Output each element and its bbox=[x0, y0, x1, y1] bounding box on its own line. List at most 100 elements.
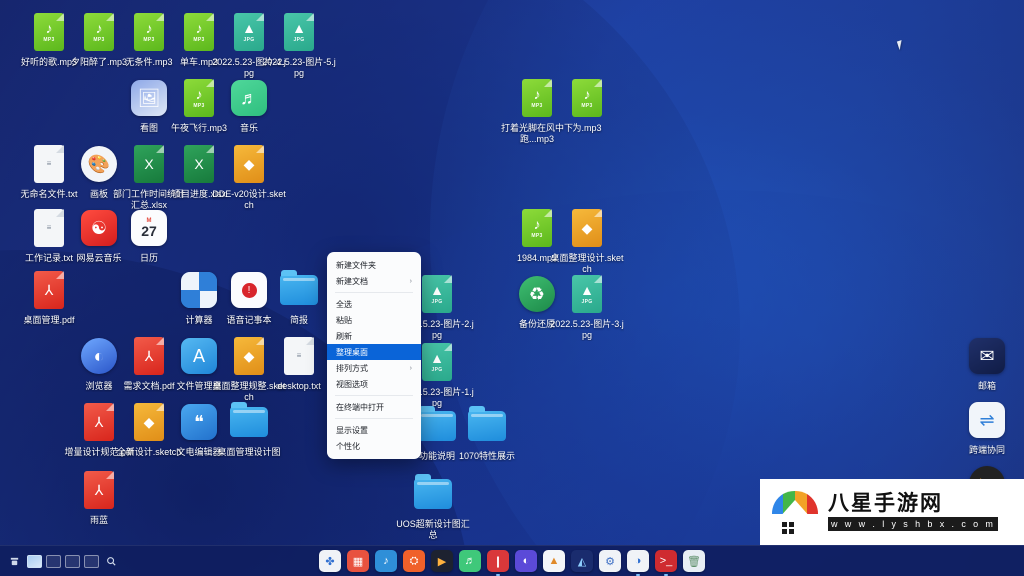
desktop-icon-label: 跨端协同 bbox=[968, 445, 1005, 455]
menu-separator bbox=[335, 395, 413, 396]
reader-icon[interactable]: ❙ bbox=[487, 550, 509, 572]
pdf-icon: ⅄ bbox=[79, 468, 119, 512]
desktop-icon[interactable]: ◆ 桌面整理设计.sketch bbox=[550, 206, 624, 275]
txt-icon: ≡ bbox=[279, 334, 319, 378]
context-menu-item[interactable]: 在终端中打开 bbox=[327, 399, 421, 415]
desktop-icon-label: desktop.txt bbox=[277, 381, 321, 391]
context-menu-item-label: 刷新 bbox=[336, 331, 352, 341]
desktop-icon-label: DDE-v20设计.sketch bbox=[212, 189, 286, 210]
context-menu-item[interactable]: 刷新 bbox=[327, 328, 421, 344]
desktop-icon[interactable]: ⅄ 桌面管理.pdf bbox=[12, 268, 86, 326]
folder-icon bbox=[467, 404, 507, 448]
context-menu-item[interactable]: 显示设置 bbox=[327, 422, 421, 438]
context-menu-item-label: 全选 bbox=[336, 299, 352, 309]
desktop-icon[interactable]: ⇌ 跨端协同 bbox=[950, 398, 1024, 456]
sketch-icon: ◆ bbox=[567, 206, 607, 250]
photo-viewer-icon[interactable]: ▲ bbox=[543, 550, 565, 572]
desktop-icon-label: 日历 bbox=[139, 253, 158, 263]
desktop-icon-label: 2022.5.23-图片-3.jpg bbox=[550, 319, 624, 340]
context-menu-item[interactable]: 排列方式 › bbox=[327, 360, 421, 376]
deepin-browser-icon[interactable]: ◑ bbox=[627, 550, 649, 572]
context-menu-item[interactable]: 粘贴 bbox=[327, 312, 421, 328]
context-menu-item-label: 新建文件夹 bbox=[336, 260, 376, 270]
sketch-icon: ◆ bbox=[229, 142, 269, 186]
desktop-icon[interactable]: ≡ desktop.txt bbox=[262, 334, 336, 392]
toolbox-icon[interactable]: ⛭ bbox=[403, 550, 425, 572]
workspace-list[interactable] bbox=[27, 554, 99, 568]
folder-icon bbox=[229, 400, 269, 444]
trash-icon[interactable]: 🗑 bbox=[683, 550, 705, 572]
context-menu-item[interactable]: 新建文档 › bbox=[327, 273, 421, 289]
watermark-url: w w w . l y s h b x . c o m bbox=[828, 517, 999, 531]
desktop-icon-label: 1070特性展示 bbox=[458, 451, 516, 461]
watermark: 八星手游网 w w w . l y s h b x . c o m bbox=[760, 479, 1024, 545]
music-store-icon[interactable]: ♪ bbox=[375, 550, 397, 572]
menu-separator bbox=[335, 292, 413, 293]
desktop-icon[interactable]: M 27 日历 bbox=[112, 206, 186, 264]
desktop-icon[interactable]: 简报 bbox=[262, 268, 336, 326]
desktop-icon-label: 邮箱 bbox=[977, 381, 996, 391]
desktop-context-menu[interactable]: 新建文件夹新建文档 › 全选粘贴刷新整理桌面排列方式 › 视图选项在终端中打开 显示设置个… bbox=[327, 252, 421, 459]
desktop-icon[interactable]: ♬ 音乐 bbox=[212, 76, 286, 134]
desktop-icon[interactable]: ▲ JPG 2022.5.23-图片-3.jpg bbox=[550, 272, 624, 341]
context-menu-item-label: 粘贴 bbox=[336, 315, 352, 325]
app-sync-icon: ⇌ bbox=[967, 398, 1007, 442]
desktop-icon[interactable]: 桌面管理设计图 bbox=[212, 400, 286, 458]
menu-separator bbox=[335, 418, 413, 419]
jpg-icon: ▲ JPG bbox=[279, 10, 319, 54]
pdf-icon: ⅄ bbox=[29, 268, 69, 312]
desktop-icon-label: 雨蓝 bbox=[89, 515, 108, 525]
context-menu-item[interactable]: 个性化 bbox=[327, 438, 421, 454]
jpg-icon: ▲ JPG bbox=[567, 272, 607, 316]
jpg-icon: ▲ JPG bbox=[417, 340, 457, 384]
app-store-icon[interactable]: ▦ bbox=[347, 550, 369, 572]
workspace-thumbnail[interactable] bbox=[65, 554, 80, 568]
context-menu-item-label: 视图选项 bbox=[336, 379, 368, 389]
context-menu-item[interactable]: 视图选项 bbox=[327, 376, 421, 392]
desktop-icon[interactable]: ⅄ 雨蓝 bbox=[62, 468, 136, 526]
desktop-icon-label: 桌面管理.pdf bbox=[23, 315, 75, 325]
launcher-icon[interactable] bbox=[7, 554, 22, 569]
context-menu-item-label: 排列方式 bbox=[336, 363, 368, 373]
context-menu-item-label: 新建文档 bbox=[336, 276, 368, 286]
desktop-icon-label: 简报 bbox=[289, 315, 308, 325]
desktop-icon[interactable]: 1070特性展示 bbox=[450, 404, 524, 462]
desktop-icon[interactable]: ✉ 邮箱 bbox=[950, 334, 1024, 392]
desktop[interactable]: ♪ MP3 好听的歌.mp3 ♪ MP3 夕阳醉了.mp3 ♪ MP3 无条件.mp3 ♪ MP3 单… bbox=[0, 0, 1024, 576]
desktop-icon[interactable]: ◆ DDE-v20设计.sketch bbox=[212, 142, 286, 211]
workspace-thumbnail[interactable] bbox=[46, 554, 61, 568]
desktop-icon[interactable]: ▲ JPG 2022.5.23-图片-5.jpg bbox=[262, 10, 336, 79]
browser-icon[interactable]: ◐ bbox=[515, 550, 537, 572]
context-menu-item-label: 个性化 bbox=[336, 441, 360, 451]
terminal-icon[interactable]: >_ bbox=[655, 550, 677, 572]
cinema-icon[interactable]: ▶ bbox=[431, 550, 453, 572]
app-mail-icon: ✉ bbox=[967, 334, 1007, 378]
context-menu-item-label: 在终端中打开 bbox=[336, 402, 384, 412]
workspace-thumbnail[interactable] bbox=[84, 554, 99, 568]
context-menu-item[interactable]: 全选 bbox=[327, 296, 421, 312]
desktop-icon-label: UOS超新设计图汇总 bbox=[396, 519, 470, 540]
desktop-icon-label: 音乐 bbox=[239, 123, 258, 133]
workspace-thumbnail[interactable] bbox=[27, 554, 42, 568]
search-icon[interactable] bbox=[104, 554, 119, 569]
taskbar-left-controls[interactable] bbox=[0, 554, 119, 569]
mp3-icon: ♪ MP3 bbox=[567, 76, 607, 120]
mouse-pointer bbox=[896, 38, 909, 51]
music-player-icon[interactable]: ♬ bbox=[459, 550, 481, 572]
context-menu-item-label: 显示设置 bbox=[336, 425, 368, 435]
context-menu-item[interactable]: 新建文件夹 bbox=[327, 257, 421, 273]
context-menu-item[interactable]: 整理桌面 bbox=[327, 344, 421, 360]
desktop-icon[interactable]: ♪ MP3 为.mp3 bbox=[550, 76, 624, 134]
dock-app-list[interactable]: ✤ ▦ ♪ ⛭ ▶ ♬ ❙ ◐ ▲ ◭ ⚙ ◑ >_ 🗑 bbox=[319, 550, 705, 572]
desktop-icon-label: 为.mp3 bbox=[572, 123, 602, 133]
watermark-title: 八星手游网 bbox=[828, 492, 943, 515]
watermark-logo-icon bbox=[768, 488, 822, 536]
control-center-icon[interactable]: ✤ bbox=[319, 550, 341, 572]
context-menu-item-label: 整理桌面 bbox=[336, 347, 368, 357]
settings-icon[interactable]: ⚙ bbox=[599, 550, 621, 572]
album-icon[interactable]: ◭ bbox=[571, 550, 593, 572]
taskbar[interactable]: ✤ ▦ ♪ ⛭ ▶ ♬ ❙ ◐ ▲ ◭ ⚙ ◑ >_ 🗑 bbox=[0, 545, 1024, 576]
folder-icon bbox=[413, 472, 453, 516]
app-music-icon: ♬ bbox=[229, 76, 269, 120]
desktop-icon[interactable]: UOS超新设计图汇总 bbox=[396, 472, 470, 541]
